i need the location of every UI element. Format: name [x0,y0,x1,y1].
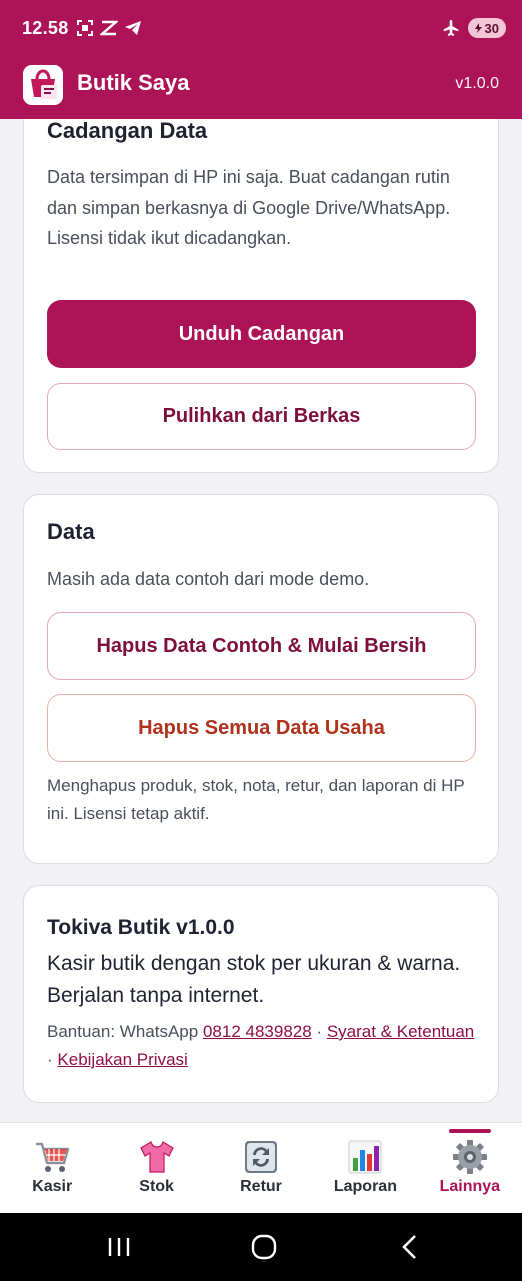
privacy-policy-link[interactable]: Kebijakan Privasi [57,1050,187,1069]
whatsapp-phone-link[interactable]: 0812 4839828 [203,1022,312,1041]
bottom-navigation: Kasir Stok Retur Laporan Lainnya [0,1122,522,1213]
app-logo-icon [23,65,63,105]
battery-saver-icon [474,23,482,33]
delete-all-business-data-button[interactable]: Hapus Semua Data Usaha [47,694,476,762]
app-bar: Butik Saya v1.0.0 [0,60,522,119]
screenshot-icon [77,20,93,36]
status-time: 12.58 [22,18,69,38]
sync-icon [100,20,118,36]
data-card: Data Masih ada data contoh dari mode dem… [23,494,499,864]
clear-demo-data-button[interactable]: Hapus Data Contoh & Mulai Bersih [47,612,476,680]
link-separator: · [316,1022,323,1041]
nav-label: Kasir [32,1178,73,1195]
nav-item-stok[interactable]: Stok [104,1123,208,1213]
link-separator: · [47,1050,53,1069]
nav-item-lainnya[interactable]: Lainnya [418,1123,522,1213]
system-navigation-bar [0,1213,522,1281]
backup-card: Cadangan Data Data tersimpan di HP ini s… [23,119,499,473]
nav-label: Retur [240,1178,282,1195]
backup-card-title: Cadangan Data [47,119,208,143]
bar-chart-icon [348,1140,382,1174]
about-tagline: Kasir butik dengan stok per ukuran & war… [47,952,461,1007]
help-prefix: Bantuan: WhatsApp [47,1022,199,1041]
nav-label: Lainnya [439,1178,501,1195]
about-title: Tokiva Butik v1.0.0 [47,916,235,939]
shopping-cart-icon [36,1142,70,1172]
status-bar: 12.58 30 [0,0,522,60]
nav-item-kasir[interactable]: Kasir [0,1123,104,1213]
settings-scroll-area[interactable]: Cadangan Data Data tersimpan di HP ini s… [0,119,522,1122]
recent-apps-button[interactable] [96,1213,142,1281]
nav-label: Laporan [333,1178,397,1195]
restore-from-file-button[interactable]: Pulihkan dari Berkas [47,383,476,450]
nav-label: Stok [139,1178,174,1195]
data-card-description: Masih ada data contoh dari mode demo. [47,569,370,589]
app-version: v1.0.0 [455,75,499,92]
app-title: Butik Saya [77,70,190,95]
backup-card-description: Data tersimpan di HP ini saja. Buat cada… [47,167,451,248]
airplane-mode-icon [443,20,458,36]
about-card: Tokiva Butik v1.0.0 Kasir butik dengan s… [23,885,499,1103]
status-notification-icons [76,19,142,37]
terms-link[interactable]: Syarat & Ketentuan [327,1022,474,1041]
about-links: Bantuan: WhatsApp 0812 4839828 · Syarat … [47,1018,477,1074]
delete-data-note: Menghapus produk, stok, nota, retur, dan… [47,776,465,823]
back-button[interactable] [387,1213,433,1281]
shirt-icon [139,1141,174,1173]
recent-apps-icon [108,1238,130,1256]
return-arrows-icon [245,1141,278,1173]
nav-item-laporan[interactable]: Laporan [313,1123,417,1213]
battery-indicator: 30 [467,18,506,38]
home-button[interactable] [241,1213,287,1281]
download-backup-button[interactable]: Unduh Cadangan [47,300,476,368]
telegram-icon [125,21,141,35]
battery-level: 30 [484,20,499,36]
nav-item-retur[interactable]: Retur [209,1123,313,1213]
back-icon [402,1235,416,1259]
active-indicator [448,1129,491,1133]
home-icon [251,1234,277,1260]
gear-icon [452,1140,487,1174]
data-card-title: Data [47,519,95,544]
